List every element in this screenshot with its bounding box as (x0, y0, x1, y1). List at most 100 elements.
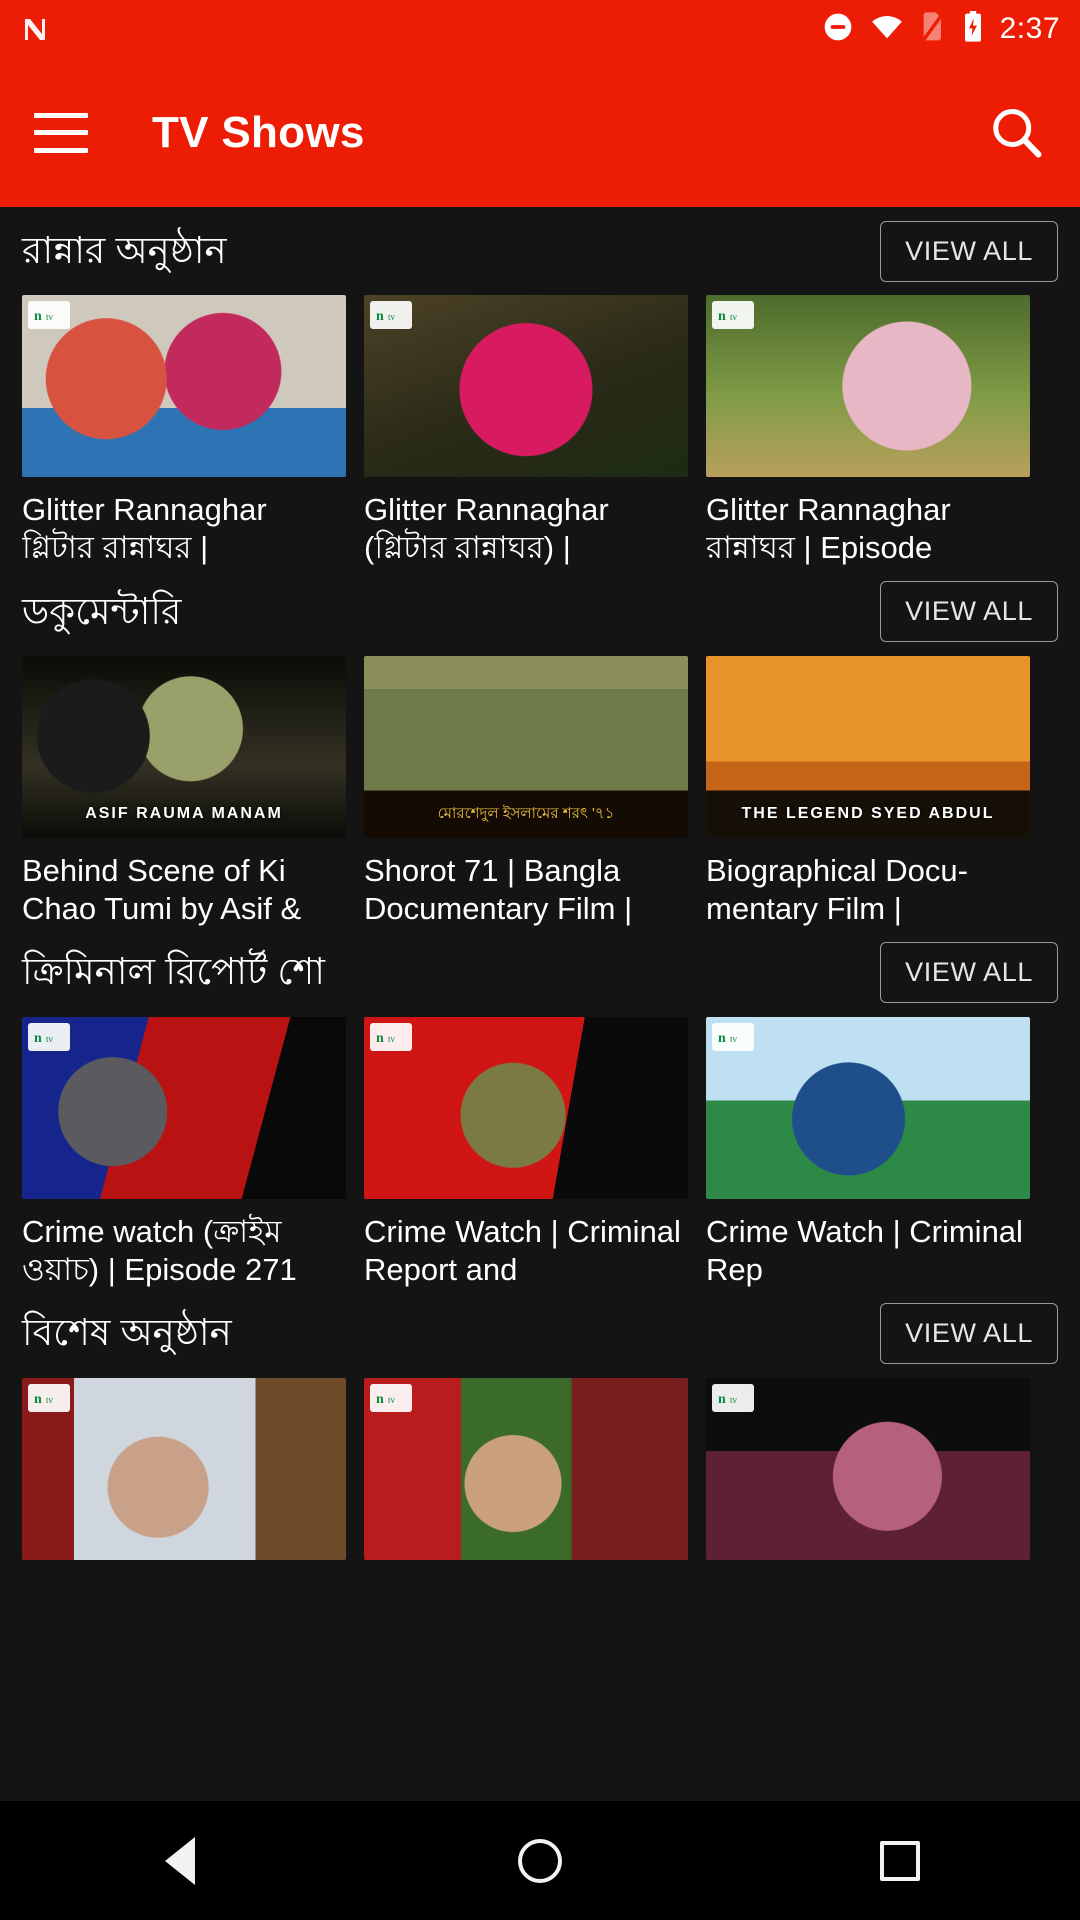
svg-text:n: n (718, 1392, 726, 1407)
ntv-logo-icon: n tv (712, 1022, 754, 1051)
svg-text:n: n (34, 309, 42, 324)
back-triangle-icon (165, 1836, 195, 1885)
section-title: রান্নার অনুষ্ঠান (22, 229, 227, 271)
video-card[interactable]: n tv (364, 1377, 688, 1560)
page-title: TV Shows (152, 107, 365, 157)
section-header: ক্রিমিনাল রিপোর্ট শো VIEW ALL (0, 929, 1080, 1017)
svg-text:n: n (376, 309, 384, 324)
section-title: ডকুমেন্টারি (22, 590, 182, 632)
video-card[interactable]: n tv Glitter Rannaghar (গ্লিটার রান্নাঘর)… (364, 295, 688, 568)
svg-text:tv: tv (388, 312, 396, 322)
view-all-button[interactable]: VIEW ALL (880, 942, 1058, 1004)
svg-text:tv: tv (46, 312, 54, 322)
video-title: Crime Watch | Criminal Report and (364, 1213, 681, 1288)
status-bar: 2:37 (0, 0, 1080, 58)
video-card[interactable]: n tv Crime Watch | Criminal Rep (706, 1016, 1030, 1290)
video-title: Glitter Rannaghar রান্নাঘর | Episode (706, 492, 951, 566)
svg-text:n: n (718, 1031, 726, 1046)
video-title: Crime Watch | Criminal Rep (706, 1213, 1023, 1288)
section-header: রান্নার অনুষ্ঠান VIEW ALL (0, 207, 1080, 295)
battery-charging-icon (962, 10, 984, 48)
svg-text:tv: tv (46, 1395, 54, 1405)
video-thumbnail[interactable]: n tv (364, 1016, 688, 1199)
status-bar-left (20, 14, 50, 44)
ntv-logo-icon: n tv (28, 1022, 70, 1051)
card-rail[interactable]: n tv n tv n tv (0, 1377, 1080, 1560)
recents-square-icon (880, 1840, 920, 1881)
section-title: ক্রিমিনাল রিপোর্ট শো (22, 951, 326, 993)
section-header: ডকুমেন্টারি VIEW ALL (0, 568, 1080, 656)
home-button[interactable] (480, 1801, 600, 1920)
section-header: বিশেষ অনুষ্ঠান VIEW ALL (0, 1290, 1080, 1378)
video-title: Crime watch (ক্রাইম ওয়াচ) | Episode 271 (22, 1213, 297, 1288)
svg-text:tv: tv (388, 1395, 396, 1405)
video-thumbnail[interactable]: মোরশেদুল ইসলামের শরৎ '৭১ (364, 655, 688, 838)
svg-text:n: n (376, 1031, 384, 1046)
n-logo-icon (20, 14, 50, 44)
ntv-logo-icon: n tv (712, 1383, 754, 1412)
video-title: Glitter Rannaghar (গ্লিটার রান্নাঘর) | (364, 492, 609, 566)
video-thumbnail[interactable]: n tv (364, 295, 688, 477)
video-card[interactable]: n tv Crime watch (ক্রাইম ওয়াচ) | Episode… (22, 1016, 346, 1290)
video-title: Glitter Rannaghar গ্লিটার রান্নাঘর | (22, 492, 267, 566)
video-card[interactable]: n tv (22, 1377, 346, 1560)
video-thumbnail[interactable]: n tv (706, 1016, 1030, 1199)
card-rail[interactable]: ASIF RAUMA MANAM Behind Scene of Ki Chao… (0, 655, 1080, 929)
video-title: Shorot 71 | Bangla Documentary Film | (364, 852, 633, 927)
recents-button[interactable] (840, 1801, 960, 1920)
view-all-button[interactable]: VIEW ALL (880, 1303, 1058, 1365)
section-title: বিশেষ অনুষ্ঠান (22, 1312, 232, 1354)
thumbnail-caption: THE LEGEND SYED ABDUL (741, 805, 995, 823)
video-thumbnail[interactable]: n tv (364, 1377, 688, 1560)
app-bar: TV Shows (0, 58, 1080, 207)
ntv-logo-icon: n tv (28, 1383, 70, 1412)
svg-text:tv: tv (730, 1395, 738, 1405)
video-title: Behind Scene of Ki Chao Tumi by Asif & (22, 852, 302, 927)
status-bar-right: 2:37 (822, 10, 1060, 48)
svg-text:n: n (376, 1392, 384, 1407)
card-rail[interactable]: n tv Glitter Rannaghar গ্লিটার রান্নাঘর |… (0, 295, 1080, 568)
svg-text:n: n (34, 1031, 42, 1046)
ntv-logo-icon: n tv (712, 301, 754, 329)
video-thumbnail[interactable]: ASIF RAUMA MANAM (22, 655, 346, 838)
home-circle-icon (518, 1838, 562, 1883)
ntv-logo-icon: n tv (370, 1383, 412, 1412)
svg-text:tv: tv (730, 312, 738, 322)
video-thumbnail[interactable]: n tv (22, 1377, 346, 1560)
content-scroll-area[interactable]: রান্নার অনুষ্ঠান VIEW ALL n tv Glitter Ra… (0, 207, 1080, 1801)
svg-text:n: n (34, 1392, 42, 1407)
video-card[interactable]: n tv Crime Watch | Criminal Report and (364, 1016, 688, 1290)
ntv-logo-icon: n tv (370, 301, 412, 329)
video-card[interactable]: মোরশেদুল ইসলামের শরৎ '৭১ Shorot 71 | Ban… (364, 655, 688, 929)
ntv-logo-icon: n tv (28, 301, 70, 329)
hamburger-menu-icon[interactable] (34, 112, 88, 153)
thumbnail-caption: ASIF RAUMA MANAM (85, 805, 283, 823)
video-card[interactable]: THE LEGEND SYED ABDUL Biographical Docu­… (706, 655, 1030, 929)
do-not-disturb-icon (822, 11, 854, 48)
video-thumbnail[interactable]: n tv (706, 295, 1030, 477)
thumbnail-caption: মোরশেদুল ইসলামের শরৎ '৭১ (364, 790, 688, 838)
status-bar-clock: 2:37 (999, 12, 1060, 45)
back-button[interactable] (120, 1801, 240, 1920)
video-thumbnail[interactable]: n tv (706, 1377, 1030, 1560)
card-rail[interactable]: n tv Crime watch (ক্রাইম ওয়াচ) | Episode… (0, 1016, 1080, 1290)
video-title: Biographical Docu­mentary Film | (706, 852, 968, 927)
search-icon[interactable] (986, 103, 1046, 163)
wifi-icon (870, 12, 904, 47)
view-all-button[interactable]: VIEW ALL (880, 220, 1058, 282)
svg-text:tv: tv (730, 1034, 738, 1044)
view-all-button[interactable]: VIEW ALL (880, 581, 1058, 643)
video-card[interactable]: n tv (706, 1377, 1030, 1560)
video-card[interactable]: n tv Glitter Rannaghar গ্লিটার রান্নাঘর | (22, 295, 346, 568)
android-navigation-bar (0, 1801, 1080, 1920)
ntv-logo-icon: n tv (370, 1022, 412, 1051)
svg-text:tv: tv (46, 1034, 54, 1044)
svg-text:tv: tv (388, 1034, 396, 1044)
svg-text:n: n (718, 309, 726, 324)
video-thumbnail[interactable]: n tv (22, 295, 346, 477)
video-card[interactable]: ASIF RAUMA MANAM Behind Scene of Ki Chao… (22, 655, 346, 929)
video-card[interactable]: n tv Glitter Rannaghar রান্নাঘর | Episode (706, 295, 1030, 568)
video-thumbnail[interactable]: THE LEGEND SYED ABDUL (706, 655, 1030, 838)
no-sim-icon (920, 10, 946, 48)
video-thumbnail[interactable]: n tv (22, 1016, 346, 1199)
